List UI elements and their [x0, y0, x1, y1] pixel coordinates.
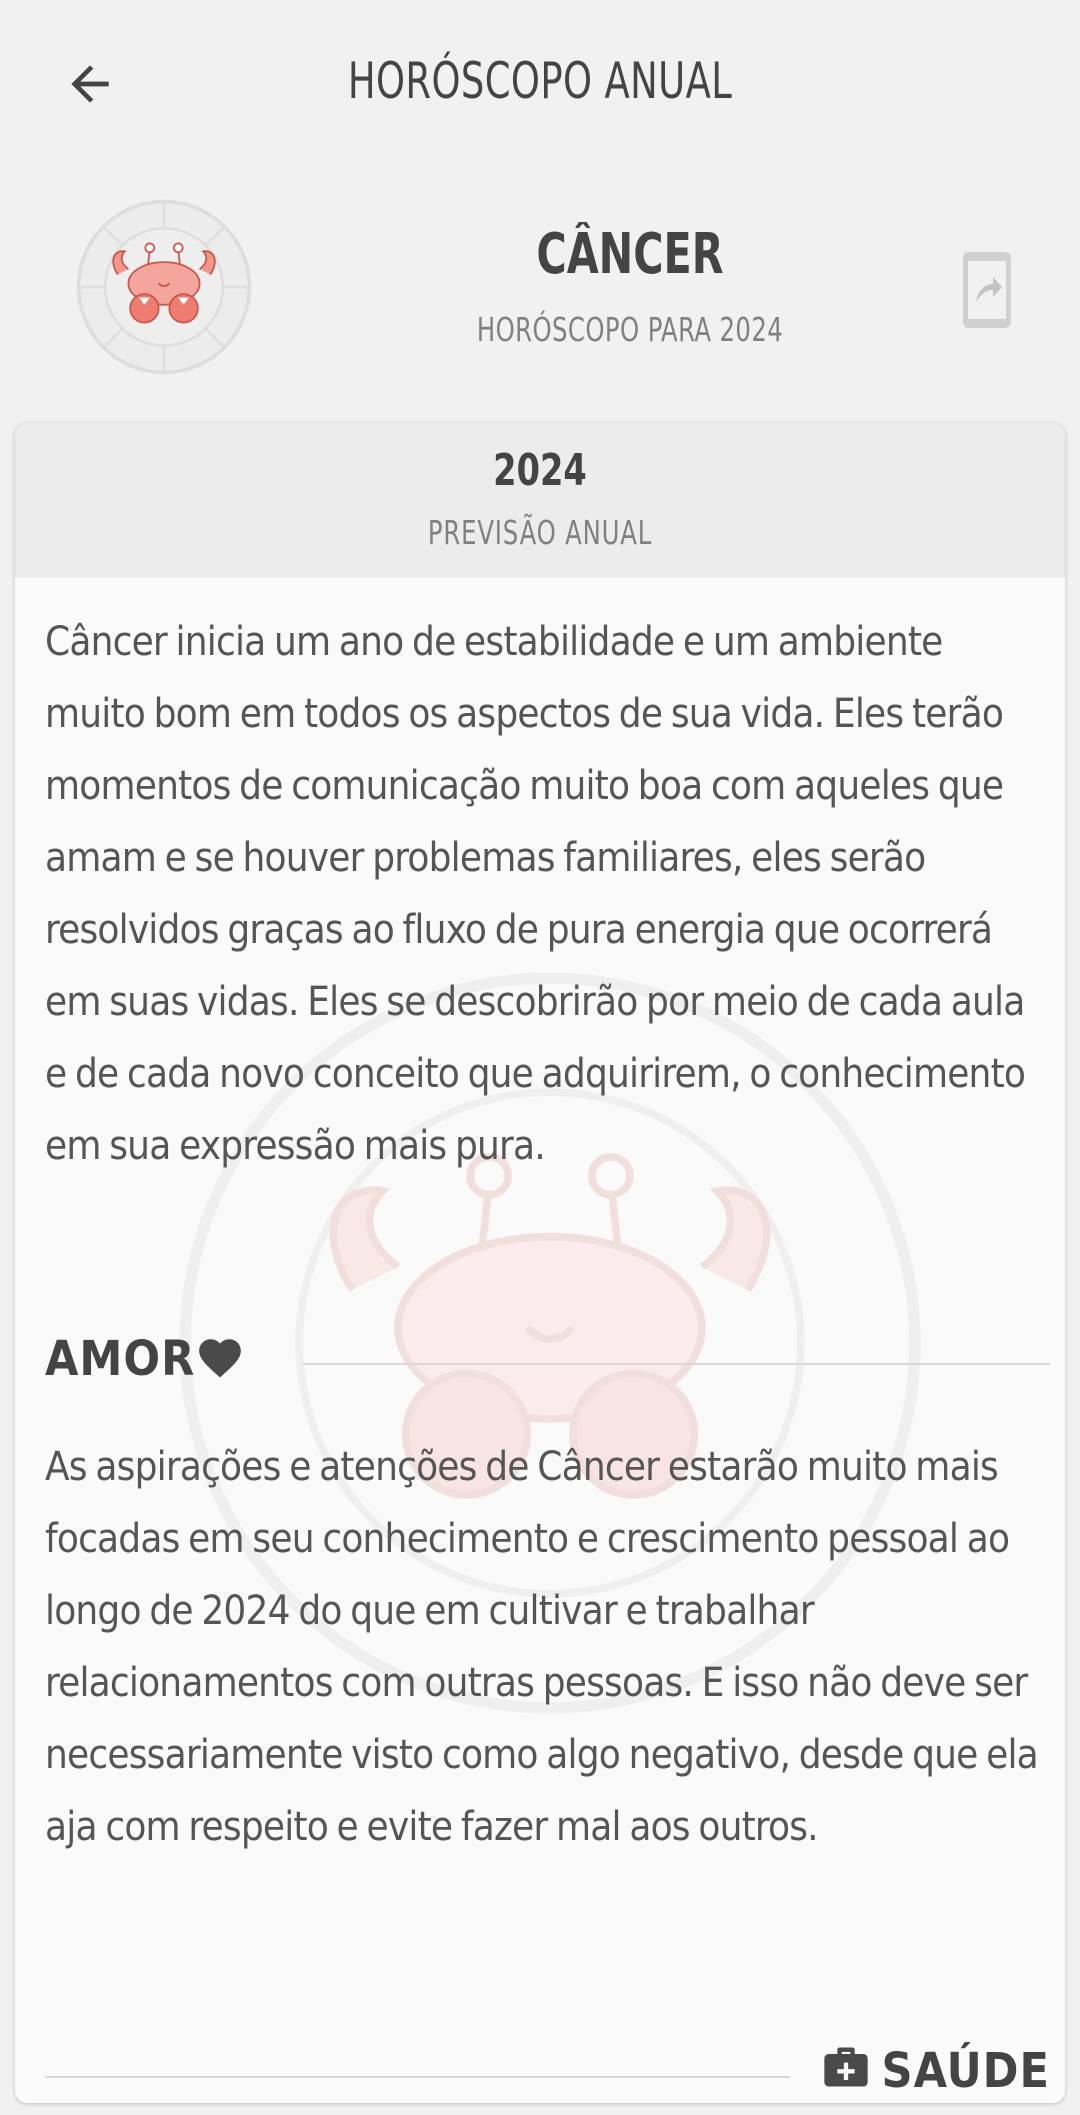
love-section-title: AMOR: [45, 1331, 196, 1387]
card-header: 2024 PREVISÃO ANUAL: [15, 423, 1065, 578]
forecast-subtitle: PREVISÃO ANUAL: [427, 513, 653, 552]
intro-paragraph: Câncer inicia um ano de estabilidade e u…: [45, 619, 1026, 1169]
forecast-year: 2024: [493, 445, 587, 496]
sign-header: CÂNCER HORÓSCOPO PARA 2024: [0, 170, 1080, 410]
section-divider: [45, 2076, 790, 2078]
page-title: HORÓSCOPO ANUAL: [347, 52, 733, 110]
love-paragraph: As aspirações e atenções de Câncer estar…: [45, 1444, 1039, 1850]
love-section-header: AMOR: [45, 1323, 1050, 1393]
cancer-crab-zodiac-emblem: [76, 199, 252, 375]
share-icon: [963, 252, 1011, 328]
heart-icon: [199, 1339, 241, 1378]
first-aid-kit-icon: [824, 2047, 868, 2087]
sign-subtitle: HORÓSCOPO PARA 2024: [476, 310, 784, 349]
annual-horoscope-screen: HORÓSCOPO ANUAL CÂNCER HORÓSCOPO PARA 20…: [0, 0, 1080, 2115]
section-divider: [303, 1363, 1050, 1365]
app-bar: HORÓSCOPO ANUAL: [0, 0, 1080, 170]
share-button[interactable]: [952, 244, 1022, 336]
forecast-card: 2024 PREVISÃO ANUAL Câncer inicia um ano…: [15, 423, 1065, 2103]
health-section-header: SAÚDE: [45, 2023, 1050, 2099]
sign-name: CÂNCER: [536, 222, 724, 287]
health-section-title: SAÚDE: [881, 2043, 1050, 2099]
